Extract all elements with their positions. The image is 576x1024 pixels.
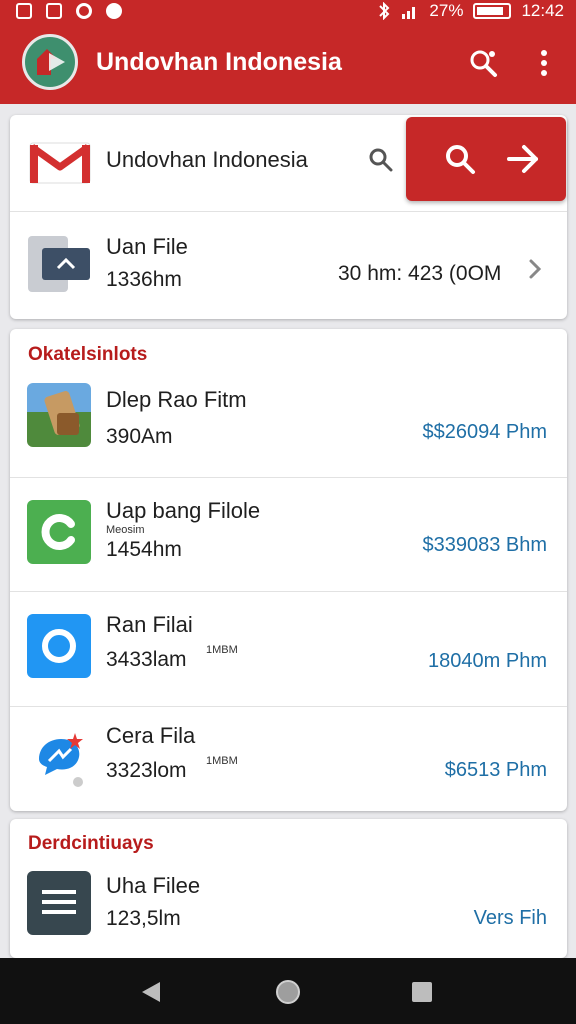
battery-icon bbox=[473, 3, 512, 19]
search-go-button[interactable] bbox=[406, 117, 566, 201]
file-subtitle: 1336hm bbox=[106, 268, 182, 291]
ring-app-icon bbox=[27, 614, 91, 678]
item-price: $6513 Phm bbox=[444, 759, 547, 781]
item-subtitle: 3323lom bbox=[106, 759, 187, 782]
section1-title: Okatelsinlots bbox=[28, 344, 148, 365]
more-options-icon[interactable] bbox=[527, 46, 561, 80]
notification-icon bbox=[16, 3, 32, 19]
list-item[interactable]: Ran Filai 3433lam 1MBM 18040m Phm bbox=[10, 592, 567, 706]
item-tag: 1MBM bbox=[206, 644, 238, 656]
clock: 12:42 bbox=[521, 1, 564, 20]
item-subtitle: 1454hm bbox=[106, 538, 182, 561]
back-icon[interactable] bbox=[137, 978, 165, 1006]
file-title: Uan File bbox=[106, 234, 188, 259]
sync-icon bbox=[76, 3, 92, 19]
chrome-icon bbox=[106, 3, 122, 19]
signal-icon bbox=[402, 7, 416, 19]
item-title: Uap bang Filole bbox=[106, 498, 261, 523]
share-icon[interactable] bbox=[466, 46, 500, 80]
item-subtitle: 123,5lm bbox=[106, 907, 181, 930]
home-icon[interactable] bbox=[274, 978, 302, 1006]
recents-icon[interactable] bbox=[408, 978, 436, 1006]
file-detail: 30 hm: 423 (0OM bbox=[338, 262, 502, 285]
item-tag: 1MBM bbox=[206, 755, 238, 767]
battery-percent: 27% bbox=[429, 1, 464, 20]
section2-card: Derdcintiuays Uha Filee 123,5lm Vers Fih bbox=[10, 819, 567, 958]
item-price: 18040m Phm bbox=[428, 650, 547, 672]
list-item[interactable]: Cera Fila 3323lom 1MBM $6513 Phm bbox=[10, 707, 567, 811]
list-item[interactable]: Uap bang Filole Meosim 1454hm $339083 Bh… bbox=[10, 478, 567, 591]
search-icon[interactable] bbox=[368, 147, 394, 178]
item-subtitle: 390Am bbox=[106, 425, 173, 448]
chevron-right-icon bbox=[529, 259, 542, 279]
top-bar: 27% 12:42 Undovhan Indonesia bbox=[0, 0, 576, 104]
search-icon bbox=[446, 145, 475, 174]
gallery-icon bbox=[46, 3, 62, 19]
item-subtitle: 3433lam bbox=[106, 648, 187, 671]
status-bar: 27% 12:42 bbox=[0, 0, 576, 22]
item-price: $$26094 Phm bbox=[422, 421, 547, 443]
bluetooth-icon bbox=[379, 2, 390, 20]
app-logo bbox=[22, 34, 78, 90]
folder-icon bbox=[28, 236, 92, 292]
item-title: Dlep Rao Fitm bbox=[106, 387, 247, 412]
game-icon bbox=[27, 383, 91, 447]
file-row[interactable]: Uan File 1336hm 30 hm: 423 (0OM bbox=[10, 212, 567, 319]
search-card: Undovhan Indonesia Uan File 1336hm 30 hm… bbox=[10, 115, 567, 319]
section2-title: Derdcintiuays bbox=[28, 833, 154, 854]
section1-card: Okatelsinlots Dlep Rao Fitm 390Am $$2609… bbox=[10, 329, 567, 811]
list-item[interactable]: Dlep Rao Fitm 390Am $$26094 Phm bbox=[10, 369, 567, 477]
item-price: $339083 Bhm bbox=[422, 534, 547, 556]
item-title: Uha Filee bbox=[106, 873, 201, 898]
app-bar: Undovhan Indonesia bbox=[0, 22, 576, 104]
document-icon bbox=[27, 871, 91, 935]
item-title: Ran Filai bbox=[106, 612, 193, 637]
c-app-icon bbox=[27, 500, 91, 564]
item-action[interactable]: Vers Fih bbox=[474, 907, 547, 930]
item-tag: Meosim bbox=[106, 524, 145, 536]
messenger-icon bbox=[27, 725, 91, 789]
navigation-bar bbox=[0, 958, 576, 1024]
app-title: Undovhan Indonesia bbox=[96, 48, 342, 76]
item-title: Cera Fila bbox=[106, 723, 196, 748]
search-label[interactable]: Undovhan Indonesia bbox=[106, 147, 308, 173]
gmail-icon bbox=[28, 141, 92, 190]
arrow-right-icon bbox=[507, 145, 538, 173]
list-item[interactable]: Uha Filee 123,5lm Vers Fih bbox=[10, 859, 567, 958]
